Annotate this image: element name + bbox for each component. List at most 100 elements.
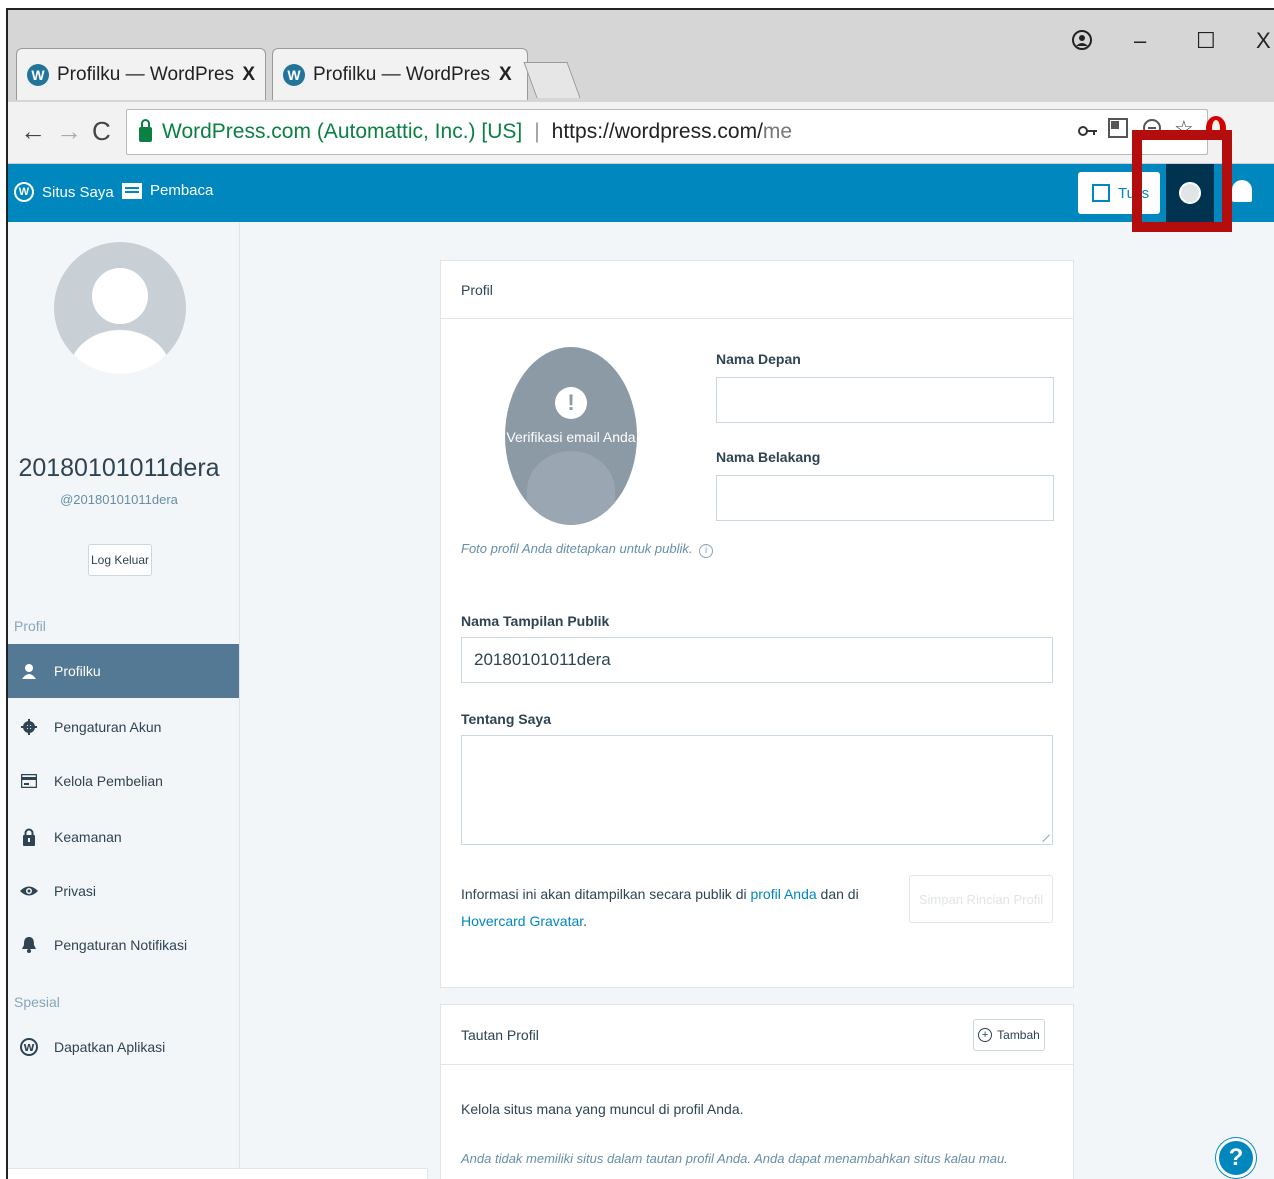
sidebar-item-label: Privasi [54,883,97,899]
wp-masterbar: W Situs Saya Pembaca Tulis [8,164,1274,222]
lock-icon [139,118,152,142]
profile-links-card: Tautan Profil + Tambah Kelola situs mana… [440,1004,1074,1179]
gravatar-hovercard-link[interactable]: Hovercard Gravatar [461,913,583,929]
sidebar-username: @20180101011dera [60,492,178,507]
info-icon[interactable]: i [699,544,714,558]
display-name-label: Nama Tampilan Publik [461,613,610,629]
profile-links-header: Tautan Profil + Tambah [441,1005,1073,1065]
resize-handle-icon[interactable] [1035,827,1051,843]
sidebar-item-label: Pengaturan Notifikasi [54,937,188,953]
reader-link[interactable]: Pembaca [122,182,213,199]
info-text-part: Informasi ini akan ditampilkan secara pu… [461,886,751,902]
translate-icon[interactable] [1108,118,1128,143]
close-window-button[interactable]: X [1256,28,1271,54]
sidebar-item-notification-settings[interactable]: Pengaturan Notifikasi [8,918,239,972]
profile-links-title: Tautan Profil [461,1026,539,1043]
tab-close-icon[interactable]: X [242,64,255,86]
url-path: me [762,120,793,143]
first-name-label: Nama Depan [716,351,801,367]
manage-links-text: Kelola situs mana yang muncul di profil … [461,1101,744,1117]
last-name-label: Nama Belakang [716,449,821,465]
my-sites-label: Situs Saya [42,183,114,201]
me-sidebar: 20180101011dera @20180101011dera Log Kel… [8,222,240,1179]
address-bar[interactable]: WordPress.com (Automattic, Inc.) [US] | … [126,109,1208,155]
gravatar-verify-button[interactable]: ! Verifikasi email Anda [505,347,637,525]
highlight-box [1132,130,1232,232]
first-name-field[interactable] [716,377,1054,423]
last-name-field[interactable] [716,475,1054,521]
browser-tab-1[interactable]: W Profilku — WordPress.com X [16,48,266,100]
sidebar-item-label: Pengaturan Akun [54,719,162,735]
minimize-button[interactable]: – [1134,28,1146,54]
profile-info-text: Informasi ini akan ditampilkan secara pu… [461,881,881,935]
address-separator: | [534,120,540,143]
photo-public-note: Foto profil Anda ditetapkan untuk publik… [461,541,714,558]
tab-title: Profilku — WordPress.com [313,63,491,85]
reader-icon [122,182,142,199]
wordpress-favicon-icon: W [27,63,49,86]
save-profile-button[interactable]: Simpan Rincian Profil [909,875,1053,923]
display-name-field[interactable]: 20180101011dera [461,637,1053,683]
profile-avatar [54,242,186,420]
tab-title: Profilku — WordPress.com [57,63,235,85]
profile-link[interactable]: profil Anda [750,886,816,902]
bottom-panel [8,1168,428,1179]
sidebar-item-account-settings[interactable]: Pengaturan Akun [8,700,239,754]
url-host: https://wordpress.com/ [551,120,763,143]
key-icon[interactable] [1078,122,1098,143]
notifications-icon[interactable] [1232,180,1252,202]
sidebar-item-label: Profilku [54,663,101,679]
tab-close-icon[interactable]: X [499,64,512,86]
logout-button[interactable]: Log Keluar [88,544,152,576]
back-button[interactable]: ← [20,116,46,147]
browser-tab-2[interactable]: W Profilku — WordPress.com X [272,48,528,100]
about-me-textarea[interactable] [461,735,1053,845]
sidebar-item-label: Dapatkan Aplikasi [54,1039,166,1055]
profile-card-header: Profil [441,261,1073,319]
avatar-placeholder-icon [54,242,186,374]
sidebar-heading-profile: Profil [14,618,46,634]
add-link-label: Tambah [997,1028,1040,1042]
write-icon [1092,184,1110,202]
wordpress-icon: W [14,182,34,202]
sidebar-item-profilku[interactable]: Profilku [8,644,239,698]
browser-toolbar: ← → C WordPress.com (Automattic, Inc.) [… [8,102,1274,164]
profile-icon[interactable] [1072,30,1092,58]
new-tab-button[interactable] [523,62,581,98]
gear-icon [20,718,38,736]
add-link-button[interactable]: + Tambah [973,1019,1045,1051]
plus-circle-icon: + [978,1028,993,1042]
no-links-text: Anda tidak memiliki situs dalam tautan p… [461,1151,1008,1166]
wordpress-favicon-icon: W [283,63,305,86]
sidebar-item-purchases[interactable]: Kelola Pembelian [8,754,239,808]
maximize-button[interactable]: ☐ [1196,28,1216,54]
site-identity: WordPress.com (Automattic, Inc.) [US] [162,120,523,143]
sidebar-heading-special: Spesial [14,994,60,1010]
info-text-part: dan di [816,886,859,902]
sidebar-item-security[interactable]: Keamanan [8,810,239,864]
profile-card: Profil ! Verifikasi email Anda Foto prof… [440,260,1074,988]
photo-public-note-text: Foto profil Anda ditetapkan untuk publik… [461,541,693,556]
sidebar-item-label: Kelola Pembelian [54,773,163,789]
lock-icon [20,828,38,846]
help-button[interactable]: ? [1216,1138,1256,1178]
eye-icon [20,882,38,900]
wordpress-icon: W [20,1038,38,1056]
svg-text:W: W [23,1043,34,1054]
info-text-part: . [583,913,588,929]
user-icon [20,662,38,680]
verify-email-text: Verifikasi email Anda [506,429,636,445]
browser-window: W Profilku — WordPress.com X W Profilku … [6,8,1274,1179]
sidebar-item-privacy[interactable]: Privasi [8,864,239,918]
my-sites-link[interactable]: W Situs Saya [14,182,114,202]
reader-label: Pembaca [150,182,214,199]
sidebar-item-label: Keamanan [54,829,122,845]
reload-button[interactable]: C [92,116,111,147]
credit-card-icon [20,772,38,790]
sidebar-item-get-apps[interactable]: W Dapatkan Aplikasi [8,1020,239,1074]
forward-button[interactable]: → [56,116,82,147]
about-me-label: Tentang Saya [461,711,551,727]
alert-icon: ! [555,387,587,419]
bell-icon [20,936,38,954]
sidebar-display-name: 20180101011dera [18,454,220,482]
